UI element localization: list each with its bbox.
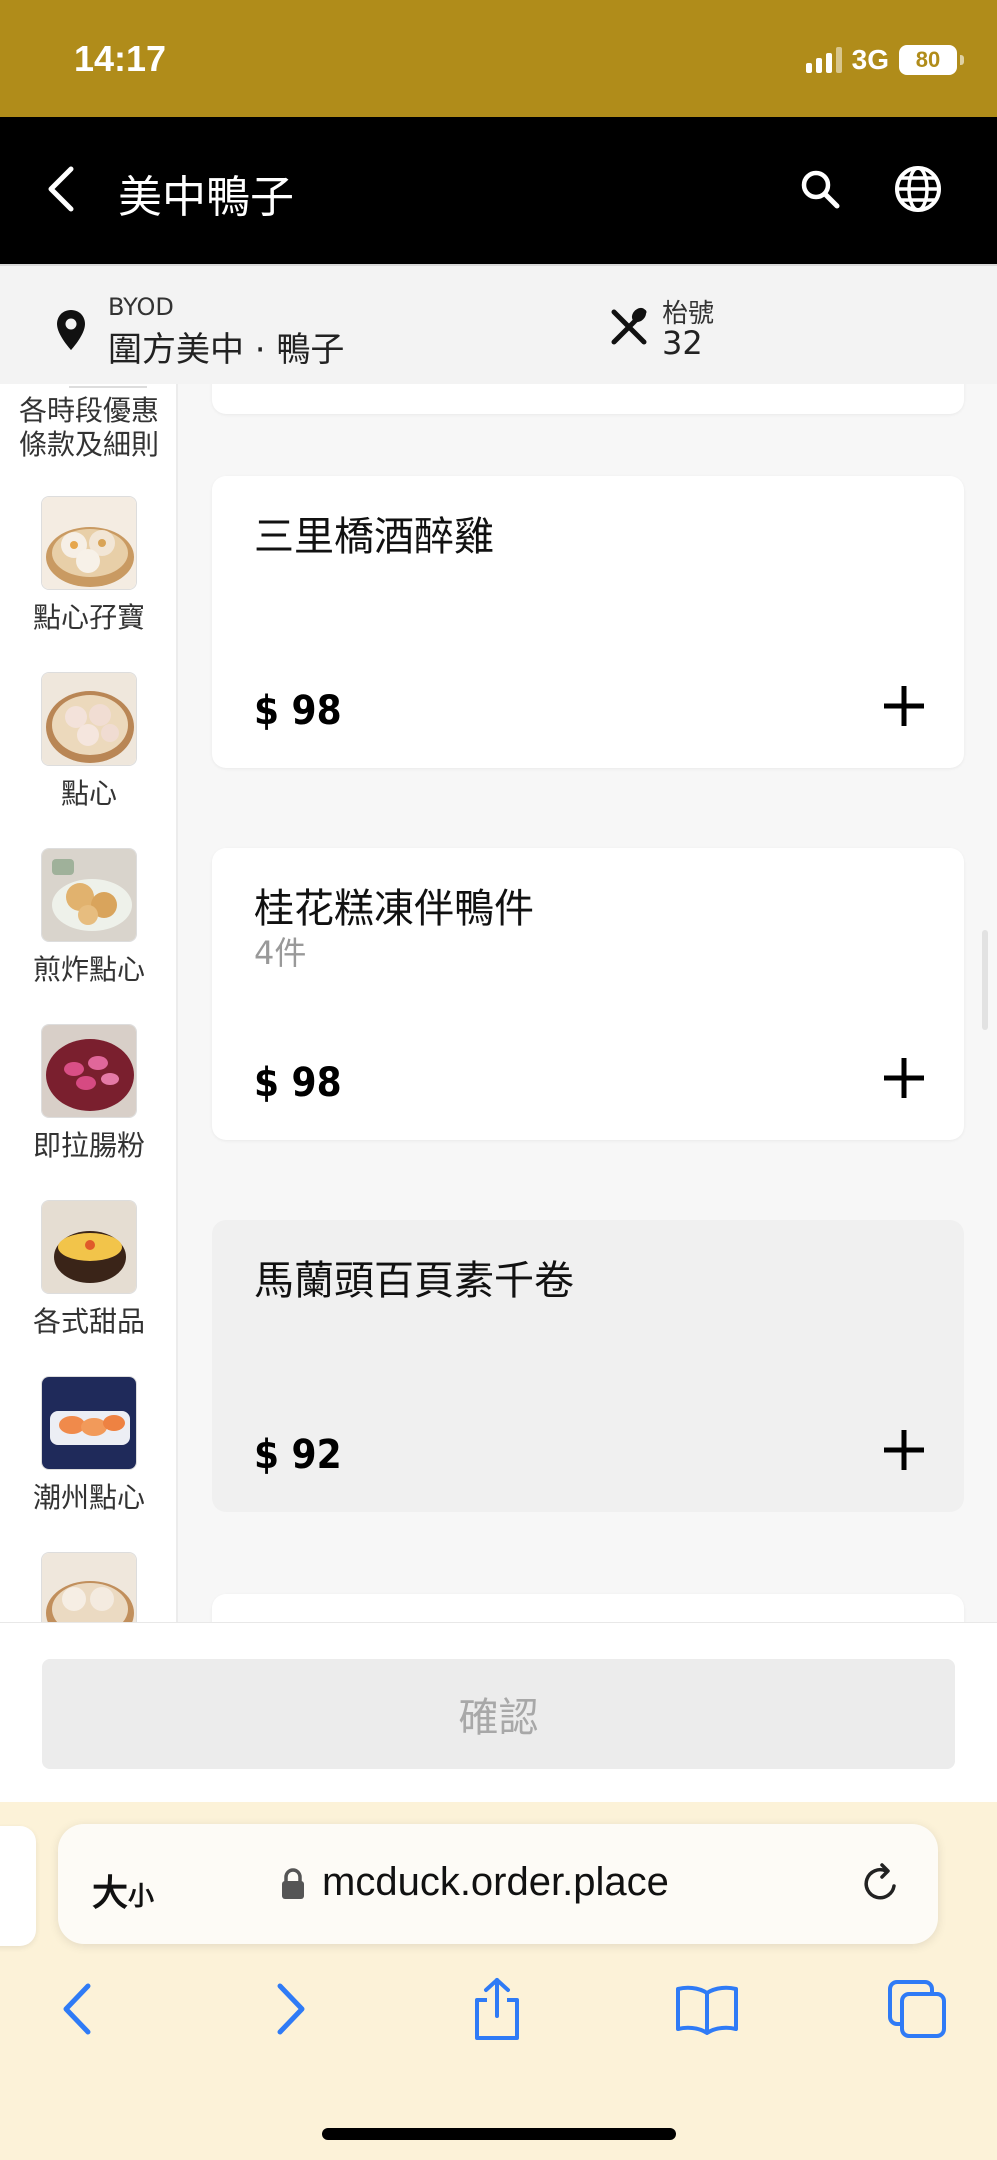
globe-icon: [895, 166, 941, 212]
chiuchow-dumpling-image: [41, 1376, 137, 1470]
previous-tab-preview[interactable]: [0, 1826, 36, 1946]
lock-icon: [282, 1868, 304, 1899]
tabs-icon: [888, 1980, 946, 2038]
add-item-button[interactable]: [874, 1420, 934, 1480]
sidebar-item-desserts[interactable]: 各式甜品: [0, 1200, 176, 1340]
menu-item-card-partial: [212, 1594, 964, 1622]
menu-item-card[interactable]: 三里橋酒醉雞 $ 98: [212, 476, 964, 768]
browser-toolbar: 大小 mcduck.order.place: [0, 1802, 997, 2160]
sidebar-item-dimsum-combo[interactable]: 點心孖寶: [0, 496, 176, 636]
share-button[interactable]: [462, 1974, 532, 2044]
text-size-large: 大: [92, 1873, 129, 1914]
text-size-small: 小: [128, 1882, 155, 1912]
browser-back-button[interactable]: [42, 1974, 112, 2044]
text-size-button[interactable]: 大小: [92, 1864, 154, 1916]
back-button[interactable]: [30, 157, 90, 221]
plus-icon: [884, 686, 924, 726]
page-title: 美中鴨子: [118, 172, 294, 223]
sidebar-item-rice-roll[interactable]: 即拉腸粉: [0, 1024, 176, 1164]
sidebar-item-label: 點心: [60, 777, 117, 810]
dumpling-basket-image: [41, 496, 137, 590]
menu-item-card[interactable]: 桂花糕凍伴鴨件 4件 $ 98: [212, 848, 964, 1140]
back-arrow-icon: [48, 166, 74, 212]
sidebar-item-more[interactable]: [0, 1552, 176, 1622]
menu-item-price: $ 98: [254, 1060, 342, 1106]
address-bar[interactable]: 大小 mcduck.order.place: [58, 1824, 938, 1944]
browser-forward-button[interactable]: [256, 1974, 326, 2044]
status-time: 14:17: [74, 38, 167, 79]
network-type: 3G: [851, 44, 889, 75]
menu-list[interactable]: 三里橋酒醉雞 $ 98 桂花糕凍伴鴨件 4件 $ 98 馬蘭頭百頁素千卷 $ 9…: [178, 384, 997, 1622]
menu-item-price: $ 92: [254, 1432, 342, 1478]
plus-icon: [884, 1430, 924, 1470]
sidebar-item-label: 煎炸點心: [32, 953, 145, 986]
order-info-bar: BYOD 圍方美中 · 鴨子 枱號 32: [0, 264, 997, 384]
add-item-button[interactable]: [874, 1048, 934, 1108]
language-button[interactable]: [886, 157, 950, 221]
sidebar-item-label: 即拉腸粉: [32, 1129, 145, 1162]
rice-roll-image: [41, 1024, 137, 1118]
add-item-button[interactable]: [874, 676, 934, 736]
sidebar-item-promotions[interactable]: 各時段優惠條款及細則: [19, 386, 159, 462]
signal-icon: [805, 47, 842, 73]
shop-name: 圍方美中 · 鴨子: [108, 330, 345, 370]
sidebar-item-label: 各式甜品: [32, 1305, 145, 1338]
book-icon: [676, 1985, 738, 2035]
table-number: 32: [662, 324, 703, 362]
home-indicator[interactable]: [322, 2128, 676, 2140]
search-button[interactable]: [790, 159, 850, 219]
menu-item-name: 桂花糕凍伴鴨件: [254, 886, 534, 932]
confirm-bar: 確認: [0, 1622, 997, 1802]
battery-icon: 80: [899, 45, 964, 75]
dessert-image: [41, 1200, 137, 1294]
menu-item-name: 三里橋酒醉雞: [254, 514, 494, 560]
confirm-button[interactable]: 確認: [42, 1659, 955, 1769]
sidebar-item-label: 潮州點心: [32, 1481, 145, 1514]
chevron-left-icon: [63, 1983, 91, 2035]
dumpling-basket-image: [41, 1552, 137, 1622]
share-icon: [475, 1978, 519, 2040]
sidebar-item-fried-dimsum[interactable]: 煎炸點心: [0, 848, 176, 988]
scrollbar[interactable]: [982, 930, 988, 1030]
utensils-icon: [611, 307, 647, 345]
har-gow-image: [41, 672, 137, 766]
menu-item-description: 4件: [254, 934, 307, 972]
plus-icon: [884, 1058, 924, 1098]
category-sidebar[interactable]: 各時段優惠條款及細則 點心孖寶 點心 煎炸點心 即拉腸粉 各式甜品 潮州點心: [0, 384, 178, 1622]
reload-icon[interactable]: [856, 1860, 904, 1908]
search-icon: [801, 170, 840, 209]
bookmarks-button[interactable]: [672, 1974, 742, 2044]
menu-item-card-partial: [212, 384, 964, 414]
sidebar-item-chiuchow-dimsum[interactable]: 潮州點心: [0, 1376, 176, 1516]
sidebar-item-label: 點心孖寶: [32, 601, 145, 634]
sidebar-item-dimsum[interactable]: 點心: [0, 672, 176, 812]
battery-level: 80: [915, 47, 941, 72]
chevron-right-icon: [277, 1983, 305, 2035]
status-bar: 14:17 3G 80: [0, 0, 997, 117]
order-mode: BYOD: [108, 293, 174, 321]
menu-item-price: $ 98: [254, 688, 342, 734]
url-text: mcduck.order.place: [322, 1860, 669, 1904]
menu-item-name: 馬蘭頭百頁素千卷: [254, 1258, 574, 1304]
tabs-button[interactable]: [882, 1974, 952, 2044]
status-indicators: 3G 80: [805, 44, 964, 76]
app-header: 美中鴨子: [0, 117, 997, 264]
location-pin-icon: [57, 310, 85, 350]
fried-dimsum-image: [41, 848, 137, 942]
menu-item-card[interactable]: 馬蘭頭百頁素千卷 $ 92: [212, 1220, 964, 1512]
